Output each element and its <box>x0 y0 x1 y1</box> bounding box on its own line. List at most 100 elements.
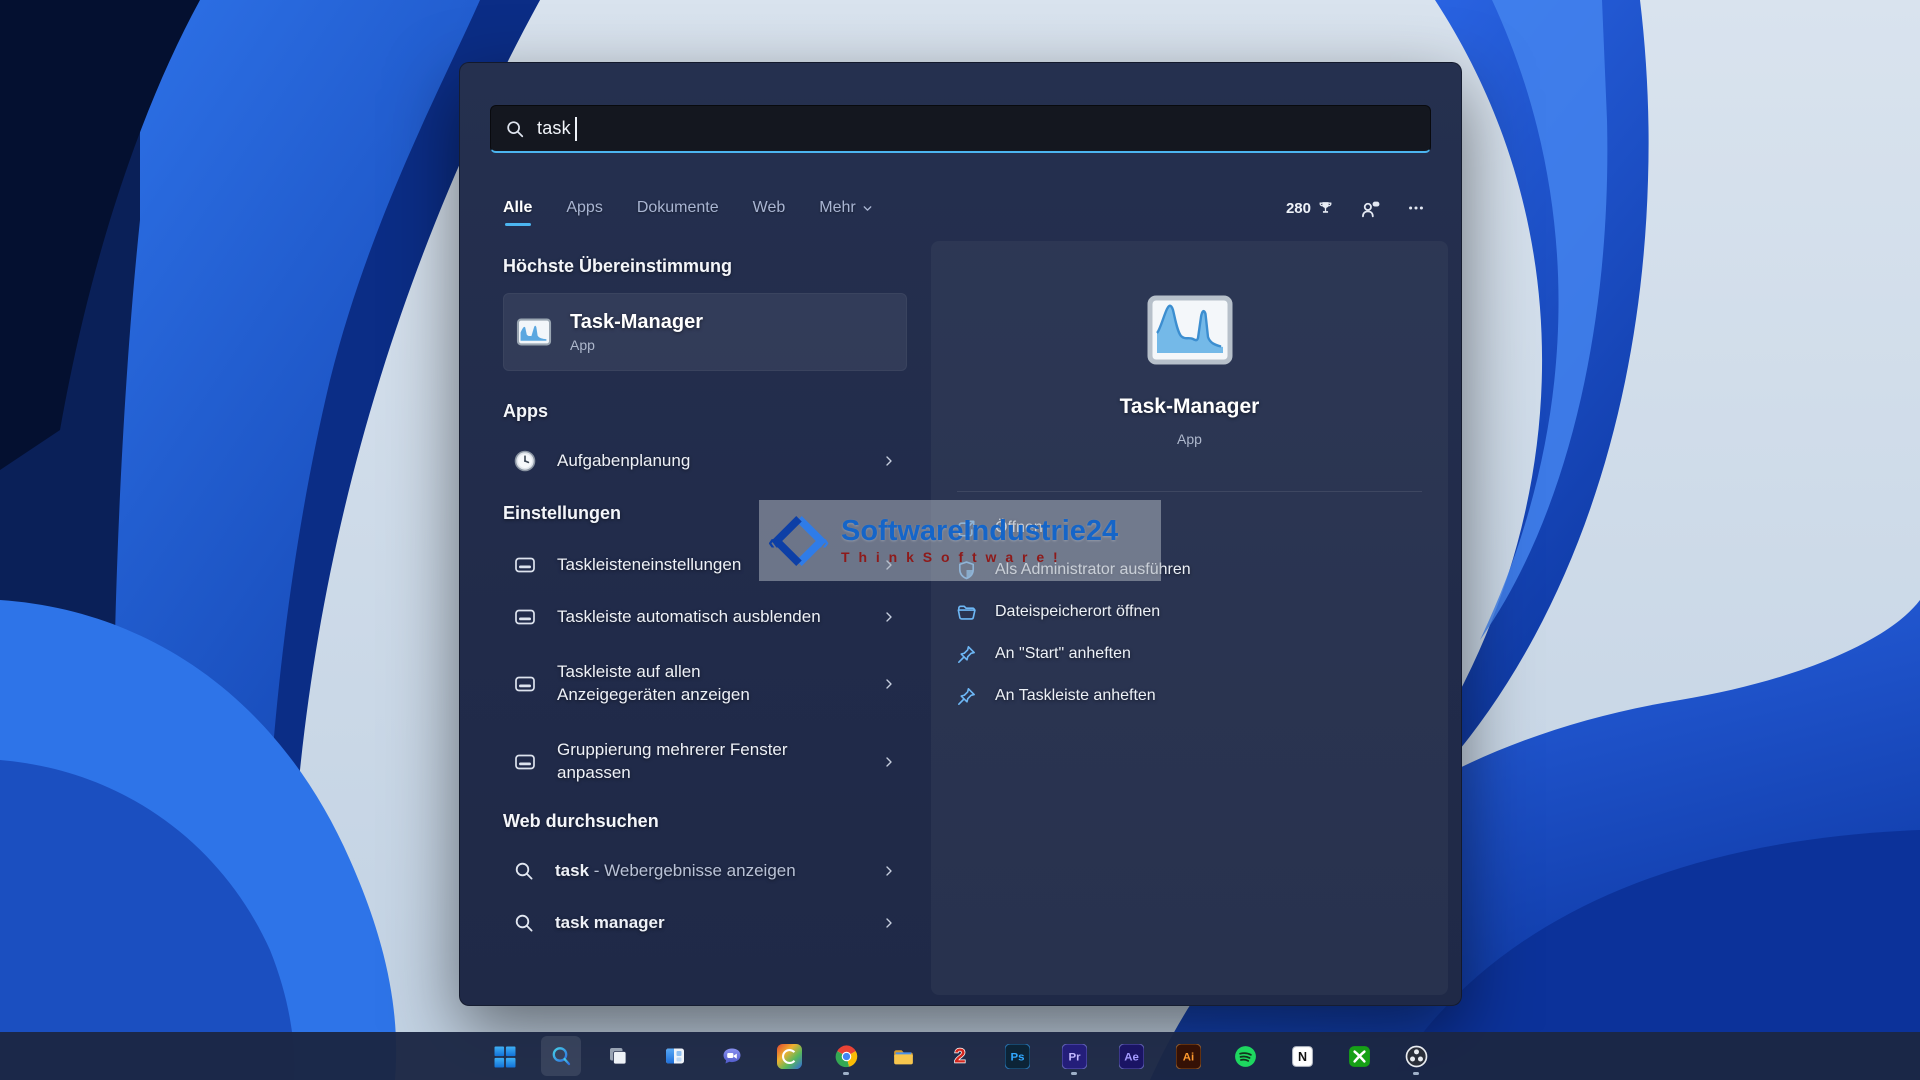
notion-icon: N <box>1290 1044 1315 1069</box>
taskbar-photoshop-button[interactable]: Ps <box>997 1036 1037 1076</box>
watermark-tagline: T h i n k S o f t w a r e ! <box>841 550 1118 565</box>
result-label: Taskleisteneinstellungen <box>557 554 741 577</box>
chevron-right-icon <box>881 453 897 469</box>
best-match-header: Höchste Übereinstimmung <box>503 256 732 277</box>
result-row-web-task[interactable]: task - Webergebnisse anzeigen <box>503 845 907 897</box>
trophy-icon <box>1317 200 1334 217</box>
best-match-row[interactable]: Task-Manager App <box>503 293 907 371</box>
taskbar-obs-button[interactable] <box>1396 1036 1436 1076</box>
result-row-group-windows[interactable]: Gruppierung mehrerer Fenster anpassen <box>503 723 907 801</box>
ae-glyph: Ae <box>1124 1051 1139 1063</box>
tab-label: Apps <box>566 199 602 217</box>
action-label: An "Start" anheften <box>995 645 1131 663</box>
pin-icon <box>955 643 978 666</box>
result-row-taskbar-autohide[interactable]: Taskleiste automatisch ausblenden <box>503 591 907 643</box>
tab-dokumente[interactable]: Dokumente <box>637 199 719 217</box>
action-open-file-location[interactable]: Dateispeicherort öffnen <box>931 591 1448 633</box>
tab-web[interactable]: Web <box>753 199 786 217</box>
windows-start-icon <box>492 1044 516 1068</box>
taskbar: 2 Ps Pr Ae Ai <box>0 1032 1920 1080</box>
result-label: Taskleiste automatisch ausblenden <box>557 606 821 629</box>
illustrator-icon: Ai <box>1176 1044 1201 1069</box>
photoshop-icon: Ps <box>1005 1044 1030 1069</box>
taskbar-chat-button[interactable] <box>712 1036 752 1076</box>
taskbar-settings-icon <box>513 605 537 629</box>
taskbar-settings-icon <box>513 553 537 577</box>
result-label: Taskleiste auf allen Anzeigegeräten anze… <box>557 661 750 707</box>
rewards-badge[interactable]: 280 <box>1286 200 1334 217</box>
file-explorer-icon <box>891 1044 916 1069</box>
action-pin-to-start[interactable]: An "Start" anheften <box>931 633 1448 675</box>
tab-mehr[interactable]: Mehr <box>819 199 873 217</box>
context-pane: Task-Manager App Öffnen <box>931 241 1448 995</box>
search-query-text: task <box>537 118 571 139</box>
watermark-brand: SoftwareIndustrie24 <box>841 516 1118 546</box>
taskbar-widgets-button[interactable] <box>655 1036 695 1076</box>
taskbar-settings-icon <box>513 672 537 696</box>
tab-label: Dokumente <box>637 199 719 217</box>
red-2-glyph: 2 <box>954 1045 965 1068</box>
taskbar-start-button[interactable] <box>484 1036 524 1076</box>
tab-apps[interactable]: Apps <box>566 199 602 217</box>
after-effects-icon: Ae <box>1119 1044 1144 1069</box>
more-options-icon[interactable] <box>1407 199 1425 217</box>
result-row-taskbar-all-displays[interactable]: Taskleiste auf allen Anzeigegeräten anze… <box>503 645 907 723</box>
ps-glyph: Ps <box>1010 1051 1024 1063</box>
running-indicator <box>1413 1072 1419 1075</box>
tab-label: Alle <box>503 199 532 217</box>
taskbar-notion-button[interactable]: N <box>1282 1036 1322 1076</box>
widgets-icon <box>663 1044 687 1068</box>
web-suffix: - Webergebnisse anzeigen <box>589 861 796 880</box>
red-2-app-icon: 2 <box>947 1043 973 1069</box>
xbox-icon <box>1347 1044 1372 1069</box>
result-row-aufgabenplanung[interactable]: Aufgabenplanung <box>503 435 907 487</box>
search-icon <box>549 1044 573 1068</box>
taskbar-spotify-button[interactable] <box>1225 1036 1265 1076</box>
account-icon[interactable] <box>1360 198 1381 219</box>
tab-label: Web <box>753 199 786 217</box>
watermark-banner: « » SoftwareIndustrie24 T h i n k S o f … <box>759 500 1161 581</box>
logo-guillemet-left: « <box>768 529 780 553</box>
chevron-right-icon <box>881 676 897 692</box>
tab-alle[interactable]: Alle <box>503 199 532 217</box>
active-tab-underline <box>505 223 531 226</box>
chevron-down-icon <box>861 202 874 215</box>
taskbar-premiere-button[interactable]: Pr <box>1054 1036 1094 1076</box>
taskbar-creative-cloud-button[interactable] <box>769 1036 809 1076</box>
taskbar-xbox-button[interactable] <box>1339 1036 1379 1076</box>
running-indicator <box>843 1072 849 1075</box>
chat-icon <box>720 1044 744 1068</box>
result-label: Gruppierung mehrerer Fenster anpassen <box>557 739 788 785</box>
action-label: An Taskleiste anheften <box>995 687 1156 705</box>
task-manager-icon <box>516 317 552 347</box>
spotify-icon <box>1233 1044 1258 1069</box>
search-icon <box>513 860 535 882</box>
premiere-pro-icon: Pr <box>1062 1044 1087 1069</box>
taskbar-red-2-app-button[interactable]: 2 <box>940 1036 980 1076</box>
taskbar-file-explorer-button[interactable] <box>883 1036 923 1076</box>
task-manager-app-icon <box>1147 295 1233 365</box>
text-cursor <box>575 117 577 141</box>
running-indicator <box>1071 1072 1077 1075</box>
action-pin-to-taskbar[interactable]: An Taskleiste anheften <box>931 675 1448 717</box>
search-input[interactable]: task <box>490 105 1431 153</box>
creative-cloud-icon <box>777 1044 802 1069</box>
taskbar-chrome-button[interactable] <box>826 1036 866 1076</box>
taskbar-settings-icon <box>513 750 537 774</box>
result-row-web-task-manager[interactable]: task manager <box>503 897 907 949</box>
result-label: task manager <box>555 912 665 935</box>
search-topbar-actions: 280 <box>1286 198 1425 219</box>
taskbar-after-effects-button[interactable]: Ae <box>1111 1036 1151 1076</box>
taskbar-illustrator-button[interactable]: Ai <box>1168 1036 1208 1076</box>
taskbar-search-button[interactable] <box>541 1036 581 1076</box>
web-query: task manager <box>555 913 665 932</box>
taskbar-task-view-button[interactable] <box>598 1036 638 1076</box>
chevron-right-icon <box>881 609 897 625</box>
web-section-header: Web durchsuchen <box>503 811 659 832</box>
action-label: Dateispeicherort öffnen <box>995 603 1160 621</box>
best-match-title: Task-Manager <box>570 311 703 334</box>
apps-section-header: Apps <box>503 401 548 422</box>
ai-glyph: Ai <box>1182 1051 1193 1063</box>
chevron-right-icon <box>881 915 897 931</box>
obs-studio-icon <box>1404 1044 1429 1069</box>
